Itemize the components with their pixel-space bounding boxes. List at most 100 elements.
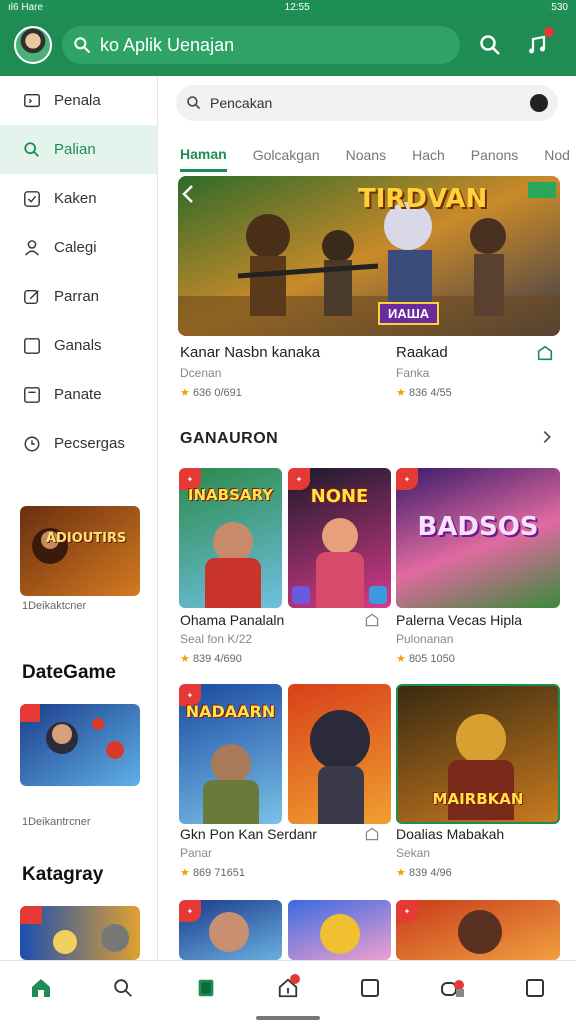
- sidebar-game-art-text: ADIOUTIRS: [46, 531, 127, 546]
- nav-games[interactable]: [439, 974, 467, 1002]
- rating-value: 636 0/691: [192, 387, 242, 399]
- game-card[interactable]: [288, 900, 391, 960]
- nav-updates[interactable]: [274, 973, 302, 1002]
- section-title: GANAURON: [180, 430, 279, 447]
- sidebar-item-label: Panate: [54, 386, 102, 403]
- game-card[interactable]: ✦ BADSOS: [396, 468, 560, 608]
- rating-value: 839 4/96: [408, 867, 452, 879]
- sidebar-item-kaken[interactable]: Kaken: [0, 174, 157, 223]
- game-card[interactable]: [288, 684, 391, 824]
- notification-badge: [289, 973, 300, 984]
- game-card-art-text: BADSOS: [417, 512, 539, 542]
- tab-haman[interactable]: Haman: [180, 138, 227, 172]
- status-bar: ıl6 Hare 12:55 530: [0, 0, 576, 14]
- wishlist-icon[interactable]: [364, 826, 380, 842]
- top-app-bar: ko Aplik Uenajan: [0, 14, 576, 76]
- star-icon: ★: [180, 653, 190, 665]
- checkbox-icon: [22, 189, 42, 209]
- featured-banner[interactable]: TIRDVAN ИАША: [178, 176, 560, 336]
- nav-home[interactable]: [27, 974, 55, 1002]
- game-card-art-text: NADAARN: [185, 702, 276, 721]
- sidebar-card-caption: 1Deikantrcner: [22, 816, 91, 828]
- tab-panons[interactable]: Panons: [471, 138, 518, 172]
- top-search-bar[interactable]: ko Aplik Uenajan: [62, 26, 460, 64]
- edit-icon: [22, 287, 42, 307]
- square-icon: [525, 978, 544, 997]
- wishlist-icon[interactable]: [364, 612, 380, 628]
- banner-game-name[interactable]: Raakad: [396, 344, 448, 361]
- game-subtitle: Sekan: [396, 846, 431, 860]
- sidebar-item-panate[interactable]: Panate: [0, 370, 157, 419]
- banner-game-name[interactable]: Kanar Nasbn kanaka: [180, 344, 320, 361]
- search-icon: [74, 37, 91, 54]
- search-button[interactable]: [472, 27, 508, 63]
- nav-search[interactable]: [109, 974, 137, 1002]
- status-battery: 530: [551, 1, 568, 13]
- game-character: [213, 522, 253, 562]
- game-character-body: [205, 558, 261, 608]
- game-title[interactable]: Gkn Pon Kan Serdanr: [180, 826, 317, 842]
- banner-game-rating: ★ 636 0/691: [180, 386, 242, 399]
- avatar[interactable]: [14, 26, 52, 64]
- game-card[interactable]: ✦ NONE: [288, 468, 391, 608]
- game-card[interactable]: ✦: [396, 900, 560, 960]
- sidebar-item-parran[interactable]: Parran: [0, 272, 157, 321]
- sidebar-item-palian[interactable]: Palian: [0, 125, 157, 174]
- home-indicator: [256, 1016, 320, 1020]
- square-icon: [22, 336, 42, 356]
- nav-more[interactable]: [521, 974, 549, 1002]
- notification-badge: [544, 27, 554, 37]
- game-card[interactable]: ✦ NADAARN: [179, 684, 282, 824]
- game-character: [458, 910, 502, 954]
- search-input[interactable]: Pencakan: [176, 85, 558, 121]
- search-placeholder: Pencakan: [210, 95, 273, 111]
- library-icon: [198, 979, 214, 996]
- game-card[interactable]: ✦: [179, 900, 282, 960]
- game-title[interactable]: Palerna Vecas Hipla: [396, 612, 522, 628]
- game-card[interactable]: ✦ INABSARY: [179, 468, 282, 608]
- game-title[interactable]: Ohama Panalaln: [180, 612, 284, 628]
- chevron-right-icon[interactable]: [538, 428, 556, 446]
- search-icon: [480, 35, 500, 55]
- rating-value: 869 71651: [192, 867, 245, 879]
- star-icon: ★: [396, 867, 406, 879]
- nav-square[interactable]: [356, 974, 384, 1002]
- hot-badge: ✦: [396, 468, 418, 490]
- tab-nod[interactable]: Nod: [544, 138, 570, 172]
- banner-subtitle-art: ИАША: [378, 302, 440, 325]
- game-character: [209, 912, 249, 952]
- sidebar-game-thumbnail[interactable]: [20, 506, 140, 596]
- sidebar-item-label: Pecsergas: [54, 435, 125, 452]
- bottom-navigation: [0, 960, 576, 1024]
- tab-hach[interactable]: Hach: [412, 138, 445, 172]
- game-card[interactable]: MAIRBKAN: [396, 684, 560, 824]
- wishlist-icon[interactable]: [536, 344, 554, 362]
- game-rating: ★ 805 1050: [396, 652, 455, 665]
- tab-golcakgan[interactable]: Golcakgan: [253, 138, 320, 172]
- sidebar-game-thumbnail[interactable]: [20, 704, 140, 786]
- sidebar-game-thumbnail[interactable]: [20, 906, 140, 960]
- sidebar: Penala Palian Kaken Calegi Parran Ganals…: [0, 76, 158, 960]
- sidebar-item-ganals[interactable]: Ganals: [0, 321, 157, 370]
- game-card-art-text: INABSARY: [187, 486, 274, 504]
- search-icon: [22, 140, 42, 160]
- hot-badge: ✦: [179, 900, 201, 922]
- star-icon: ★: [396, 387, 406, 399]
- sidebar-item-label: Calegi: [54, 239, 97, 256]
- sidebar-item-pecsergas[interactable]: Pecsergas: [0, 419, 157, 468]
- search-icon: [114, 978, 133, 997]
- gamepad-icon: [440, 979, 464, 997]
- square-icon: [361, 978, 380, 997]
- sidebar-card-caption: 1Deikaktcner: [22, 600, 87, 612]
- person-icon: [22, 238, 42, 258]
- sidebar-item-penala[interactable]: Penala: [0, 76, 157, 125]
- voice-search-icon[interactable]: [530, 94, 548, 112]
- tab-noans[interactable]: Noans: [346, 138, 386, 172]
- game-title[interactable]: Doalias Mabakah: [396, 826, 504, 842]
- notifications-button[interactable]: [520, 27, 556, 63]
- sidebar-item-calegi[interactable]: Calegi: [0, 223, 157, 272]
- home-icon: [32, 978, 51, 997]
- star-icon: ★: [396, 653, 406, 665]
- nav-library[interactable]: [192, 974, 220, 1002]
- category-tabs: Haman Golcakgan Noans Hach Panons Nod: [180, 138, 576, 174]
